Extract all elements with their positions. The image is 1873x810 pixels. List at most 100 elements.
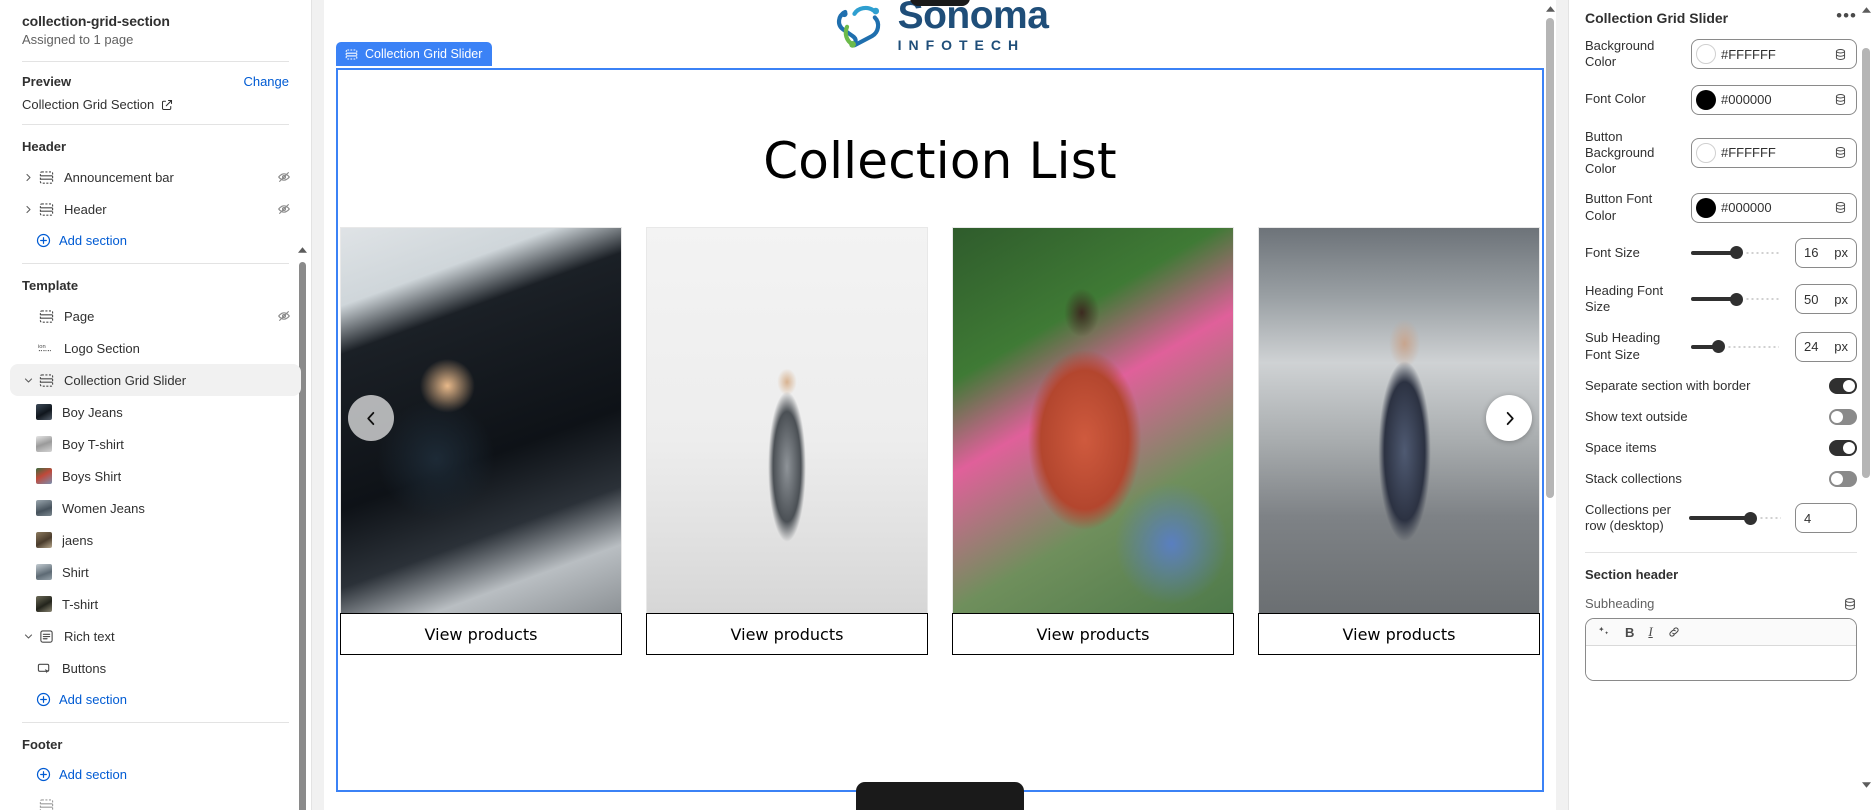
sidebar-item-rich-text[interactable]: Rich text xyxy=(10,620,301,652)
sidebar-item-logo-section[interactable]: ion Logo Section xyxy=(10,332,301,364)
preview-scrollbar[interactable] xyxy=(1546,18,1554,498)
collection-card[interactable]: View products xyxy=(1258,227,1540,655)
sonoma-infotech-logo[interactable]: Sonoma INFOTECH xyxy=(832,0,1049,52)
font-size-input[interactable]: 16 px xyxy=(1795,237,1857,268)
sidebar-item-footer-partial[interactable] xyxy=(10,789,301,810)
section-icon xyxy=(36,170,56,185)
settings-scrollbar[interactable] xyxy=(1862,48,1870,478)
sidebar-scroll-up-arrow[interactable] xyxy=(295,243,309,257)
section-tree: Header Announcement bar Header Add secti… xyxy=(0,125,311,810)
setting-collections-per-row: Collections per row (desktop) 4 xyxy=(1585,502,1857,535)
sidebar-item-collection-grid-slider[interactable]: Collection Grid Slider xyxy=(10,364,301,396)
show-text-outside-toggle[interactable] xyxy=(1829,408,1857,425)
dynamic-source-icon[interactable] xyxy=(1834,48,1848,61)
divider xyxy=(1585,552,1857,554)
preview-scroll-up-arrow[interactable] xyxy=(1544,2,1556,16)
view-products-button[interactable]: View products xyxy=(340,613,622,655)
sidebar-item-page[interactable]: Page xyxy=(10,300,301,332)
sub-heading-font-size-input[interactable]: 24 px xyxy=(1795,331,1857,362)
store-logo-bar: Sonoma INFOTECH xyxy=(324,0,1556,60)
top-handle xyxy=(910,0,970,6)
collection-card-image[interactable] xyxy=(646,227,928,613)
color-swatch[interactable] xyxy=(1696,44,1716,65)
italic-icon[interactable]: I xyxy=(1648,624,1652,640)
space-items-toggle[interactable] xyxy=(1829,439,1857,456)
collection-card[interactable]: View products xyxy=(646,227,928,655)
preview-value-row[interactable]: Collection Grid Section xyxy=(22,97,289,112)
link-icon[interactable] xyxy=(1667,625,1681,639)
setting-button-background-color: Button Background Color #FFFFFF xyxy=(1585,129,1857,178)
sidebar-item-label: Header xyxy=(64,201,107,217)
settings-header: Collection Grid Slider ••• xyxy=(1569,0,1873,38)
font-size-slider[interactable] xyxy=(1691,243,1779,263)
carousel-next-button[interactable] xyxy=(1486,395,1532,441)
dynamic-source-icon[interactable] xyxy=(1834,146,1848,159)
view-products-button[interactable]: View products xyxy=(646,613,928,655)
sidebar-item-header[interactable]: Header xyxy=(10,193,301,225)
heading-font-size-input[interactable]: 50 px xyxy=(1795,284,1857,314)
setting-label: Button Font Color xyxy=(1585,191,1653,223)
color-picker-button-background[interactable]: #FFFFFF xyxy=(1691,137,1857,168)
section-badge[interactable]: Collection Grid Slider xyxy=(336,42,493,66)
sidebar-item-shirt[interactable]: Shirt xyxy=(10,556,301,588)
dynamic-source-icon[interactable] xyxy=(1843,597,1857,611)
view-products-button[interactable]: View products xyxy=(952,613,1234,655)
dynamic-source-icon[interactable] xyxy=(1834,93,1848,106)
slider-thumb[interactable] xyxy=(1730,292,1743,306)
separate-section-toggle[interactable] xyxy=(1829,377,1857,394)
color-picker-button-font[interactable]: #000000 xyxy=(1691,192,1857,223)
storefront-viewport: Sonoma INFOTECH Collection Grid Slider C… xyxy=(324,0,1556,810)
slider-thumb[interactable] xyxy=(1730,246,1743,260)
eye-off-icon[interactable] xyxy=(277,170,291,184)
collection-card[interactable]: View products xyxy=(952,227,1234,655)
sidebar-item-buttons[interactable]: Buttons xyxy=(10,652,301,684)
chevron-right-icon[interactable] xyxy=(20,205,36,214)
view-products-button[interactable]: View products xyxy=(1258,613,1540,655)
bold-icon[interactable]: B xyxy=(1625,625,1634,640)
color-swatch[interactable] xyxy=(1696,89,1716,110)
collection-grid-slider-section[interactable]: Collection List View products View produ… xyxy=(336,68,1544,792)
add-section-footer-button[interactable]: Add section xyxy=(10,759,301,789)
sidebar-item-boys-shirt[interactable]: Boys Shirt xyxy=(10,460,301,492)
magic-icon[interactable] xyxy=(1597,625,1611,639)
carousel-prev-button[interactable] xyxy=(348,395,394,441)
preview-change-link[interactable]: Change xyxy=(243,74,289,89)
section-header-title: Section header xyxy=(1585,567,1679,583)
dynamic-source-icon[interactable] xyxy=(1834,201,1848,214)
collection-card[interactable]: View products xyxy=(340,227,622,655)
slider-thumb[interactable] xyxy=(1744,511,1757,525)
subheading-rich-text-editor[interactable]: B I xyxy=(1585,618,1857,682)
sidebar-item-announcement-bar[interactable]: Announcement bar xyxy=(10,161,301,193)
sub-heading-font-size-slider[interactable] xyxy=(1691,337,1779,357)
settings-scroll-down-arrow[interactable] xyxy=(1860,778,1872,792)
sidebar-item-boy-t-shirt[interactable]: Boy T-shirt xyxy=(10,428,301,460)
chevron-down-icon[interactable] xyxy=(20,376,36,385)
color-swatch[interactable] xyxy=(1696,142,1716,163)
collections-per-row-slider[interactable] xyxy=(1689,508,1781,528)
add-section-template-button[interactable]: Add section xyxy=(10,684,301,714)
sidebar-item-boy-jeans[interactable]: Boy Jeans xyxy=(10,396,301,428)
sidebar-item-jaens[interactable]: jaens xyxy=(10,524,301,556)
slider-thumb[interactable] xyxy=(1712,340,1725,353)
font-size-value: 16 xyxy=(1804,245,1819,261)
color-swatch[interactable] xyxy=(1696,197,1716,218)
sidebar-item-label: Boys Shirt xyxy=(62,468,122,484)
stack-collections-toggle[interactable] xyxy=(1829,470,1857,487)
color-picker-font[interactable]: #000000 xyxy=(1691,84,1857,115)
chevron-right-icon[interactable] xyxy=(20,173,36,182)
settings-scroll-up-arrow[interactable] xyxy=(1860,3,1872,17)
color-picker-background[interactable]: #FFFFFF xyxy=(1691,39,1857,70)
sidebar-item-label: Boy T-shirt xyxy=(62,436,124,452)
collections-per-row-input[interactable]: 4 xyxy=(1795,503,1857,533)
add-section-header-button[interactable]: Add section xyxy=(10,225,301,255)
more-options-icon[interactable]: ••• xyxy=(1836,7,1857,26)
eye-off-icon[interactable] xyxy=(277,202,291,216)
chevron-down-icon[interactable] xyxy=(20,632,36,641)
heading-font-size-slider[interactable] xyxy=(1691,289,1779,309)
collection-card-image[interactable] xyxy=(952,227,1234,613)
sidebar-item-t-shirt[interactable]: T-shirt xyxy=(10,588,301,620)
sidebar-item-women-jeans[interactable]: Women Jeans xyxy=(10,492,301,524)
subheading-textarea[interactable] xyxy=(1586,646,1856,681)
eye-off-icon[interactable] xyxy=(277,309,291,323)
external-link-icon[interactable] xyxy=(161,99,173,111)
